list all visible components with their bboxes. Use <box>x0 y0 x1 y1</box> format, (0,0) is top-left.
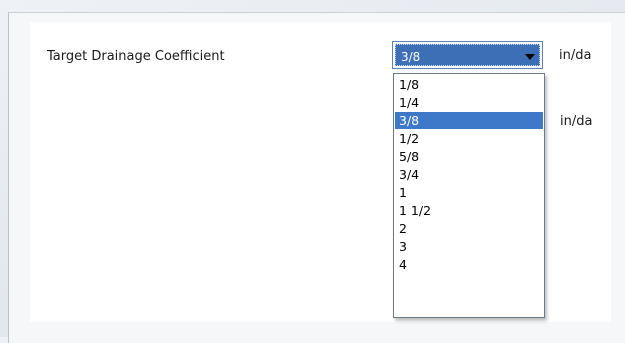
dropdown-option-1-2[interactable]: 1/2 <box>395 130 543 147</box>
dropdown-option-3[interactable]: 3 <box>395 238 543 255</box>
dropdown-option-1-8[interactable]: 1/8 <box>395 76 543 93</box>
select-value: 3/8 <box>401 50 421 64</box>
dropdown-option-4[interactable]: 4 <box>395 256 543 273</box>
select-focus-highlight: 3/8 <box>395 44 540 66</box>
dropdown-option-5-8[interactable]: 5/8 <box>395 148 543 165</box>
dropdown-option-1[interactable]: 1 <box>395 184 543 201</box>
dropdown-option-3-8[interactable]: 3/8 <box>395 112 543 129</box>
dropdown-option-1-1-2[interactable]: 1 1/2 <box>395 202 543 219</box>
dropdown-list[interactable]: 1/8 1/4 3/8 1/2 5/8 3/4 1 1 1/2 2 3 4 <box>393 73 545 318</box>
unit-label: in/da <box>559 48 592 63</box>
drainage-coefficient-select[interactable]: 3/8 <box>392 41 543 69</box>
dropdown-option-3-4[interactable]: 3/4 <box>395 166 543 183</box>
chevron-down-icon[interactable] <box>525 54 535 60</box>
dropdown-option-2[interactable]: 2 <box>395 220 543 237</box>
unit-label-secondary: in/da <box>560 114 593 129</box>
dropdown-option-1-4[interactable]: 1/4 <box>395 94 543 111</box>
target-drainage-coefficient-label: Target Drainage Coefficient <box>47 49 225 64</box>
